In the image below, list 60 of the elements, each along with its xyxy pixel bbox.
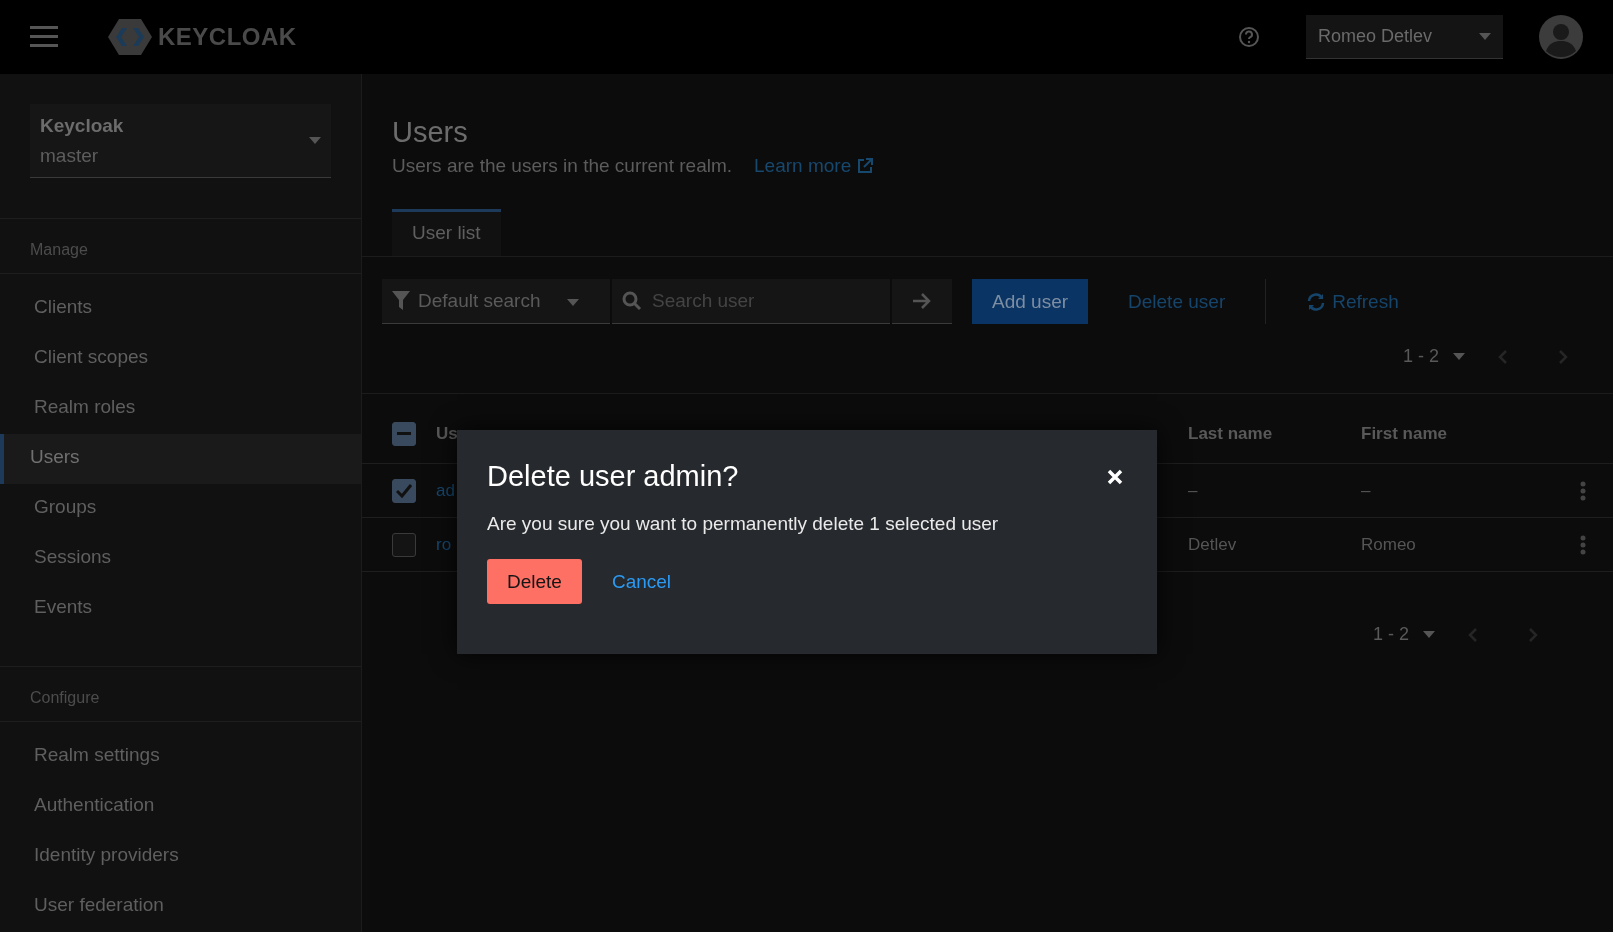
- nav-item[interactable]: Events: [0, 584, 361, 634]
- delete-user-button[interactable]: Delete user: [1108, 279, 1246, 324]
- menu-icon[interactable]: [30, 26, 58, 48]
- nav-item[interactable]: Realm roles: [0, 384, 361, 434]
- search-submit-button[interactable]: [892, 279, 952, 324]
- table-cell-text: Detlev: [1188, 534, 1238, 555]
- logo-text: KEYCLOAK: [158, 23, 297, 51]
- nav-item[interactable]: Realm settings: [0, 732, 361, 782]
- tab[interactable]: User list: [392, 209, 501, 256]
- help-icon[interactable]: [1238, 26, 1260, 48]
- chevron-left-icon: [1468, 626, 1478, 643]
- table-cell-text: Romeo: [1361, 534, 1417, 555]
- minus-icon: [397, 431, 411, 436]
- column-header: First name: [1361, 423, 1448, 444]
- hexagon-logo-icon: [108, 18, 152, 56]
- row-checkbox[interactable]: [392, 532, 416, 557]
- refresh-button[interactable]: Refresh: [1286, 279, 1419, 324]
- nav-item[interactable]: Authentication: [0, 782, 361, 832]
- nav-item[interactable]: Identity providers: [0, 832, 361, 882]
- page-description: Users are the users in the current realm.: [392, 155, 733, 177]
- pagination-toggle[interactable]: 1 - 2: [1364, 616, 1443, 653]
- nav-item[interactable]: Users: [0, 434, 361, 484]
- nav-item[interactable]: User federation: [0, 882, 361, 932]
- avatar-icon[interactable]: [1539, 15, 1583, 59]
- section-title: Configure: [0, 666, 361, 722]
- check-icon: [396, 483, 412, 498]
- section-title: Manage: [0, 218, 361, 274]
- caret-icon: [566, 299, 579, 307]
- select-all-checkbox[interactable]: [392, 421, 416, 446]
- user-menu[interactable]: Romeo Detlev: [1306, 15, 1503, 59]
- caret-icon: [1423, 630, 1435, 639]
- table-cell-text: –: [1188, 480, 1199, 501]
- nav-item[interactable]: Client scopes: [0, 334, 361, 384]
- column-header: Last name: [1188, 423, 1274, 444]
- row-checkbox[interactable]: [392, 478, 416, 503]
- nav-item[interactable]: Groups: [0, 484, 361, 534]
- dialog-message: Are you sure you want to permanently delete 1 selected user: [487, 513, 1000, 535]
- caret-icon: [309, 136, 321, 145]
- delete-button[interactable]: Delete: [487, 559, 582, 604]
- learn-more-link[interactable]: Learn more: [754, 155, 875, 177]
- chevron-right-icon: [1528, 626, 1538, 643]
- dialog-title: Delete user admin?: [487, 460, 739, 493]
- page-title: Users: [392, 116, 469, 149]
- table-cell-text: –: [1361, 480, 1372, 501]
- column-header: Us: [436, 423, 459, 444]
- add-user-button[interactable]: Add user: [972, 279, 1089, 324]
- nav-item[interactable]: Sessions: [0, 534, 361, 584]
- external-link-icon: [856, 157, 875, 175]
- chevron-left-icon: [1498, 348, 1508, 365]
- filter-icon: [392, 291, 410, 311]
- pagination-toggle[interactable]: 1 - 2: [1394, 338, 1473, 375]
- search-type-select[interactable]: Default search: [382, 279, 610, 324]
- caret-icon: [1453, 352, 1465, 361]
- nav-item[interactable]: Clients: [0, 284, 361, 334]
- realm-selector[interactable]: Keycloak master: [30, 104, 331, 178]
- caret-icon: [1479, 32, 1491, 41]
- arrow-right-icon: [912, 292, 932, 310]
- cancel-button[interactable]: Cancel: [591, 559, 692, 604]
- chevron-right-icon: [1558, 348, 1568, 365]
- refresh-icon: [1306, 291, 1327, 312]
